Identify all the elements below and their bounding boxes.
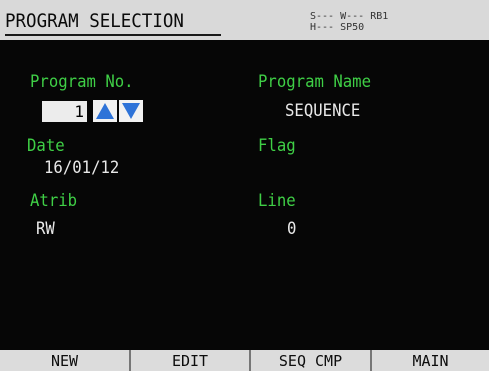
line-value: 0 xyxy=(287,219,297,239)
atrib-value: RW xyxy=(36,219,55,239)
flag-label: Flag xyxy=(258,136,296,156)
softkey-new[interactable]: NEW xyxy=(0,350,131,371)
line-label: Line xyxy=(258,191,296,211)
title-underline xyxy=(5,34,221,36)
softkey-edit-label: EDIT xyxy=(171,352,209,370)
pendant-screen: PROGRAM SELECTION S--- W--- RB1 H--- SP5… xyxy=(0,0,489,371)
softkey-edit[interactable]: EDIT xyxy=(131,350,251,371)
date-value: 16/01/12 xyxy=(44,158,120,178)
status-line-2: H--- SP50 xyxy=(310,22,365,33)
softkey-main[interactable]: MAIN xyxy=(372,350,489,371)
softkey-new-label: NEW xyxy=(50,352,79,370)
triangle-down-icon xyxy=(122,103,140,119)
softkey-main-label: MAIN xyxy=(412,352,449,370)
softkey-bar: NEW EDIT SEQ CMP MAIN xyxy=(0,350,489,371)
status-line-1: S--- W--- RB1 xyxy=(310,11,389,22)
program-no-up-button[interactable] xyxy=(93,100,117,122)
softkey-seq-cmp[interactable]: SEQ CMP xyxy=(251,350,372,371)
date-label: Date xyxy=(27,136,65,156)
program-name-label: Program Name xyxy=(258,72,372,92)
atrib-label: Atrib xyxy=(30,191,78,211)
title-bar: PROGRAM SELECTION S--- W--- RB1 H--- SP5… xyxy=(0,0,489,40)
program-name-value: SEQUENCE xyxy=(285,101,361,121)
triangle-up-icon xyxy=(96,103,114,119)
program-no-field[interactable]: 1 xyxy=(42,101,87,122)
softkey-seq-cmp-label: SEQ CMP xyxy=(278,352,343,370)
page-title: PROGRAM SELECTION xyxy=(5,10,184,32)
program-no-down-button[interactable] xyxy=(119,100,143,122)
program-no-label: Program No. xyxy=(30,72,134,92)
